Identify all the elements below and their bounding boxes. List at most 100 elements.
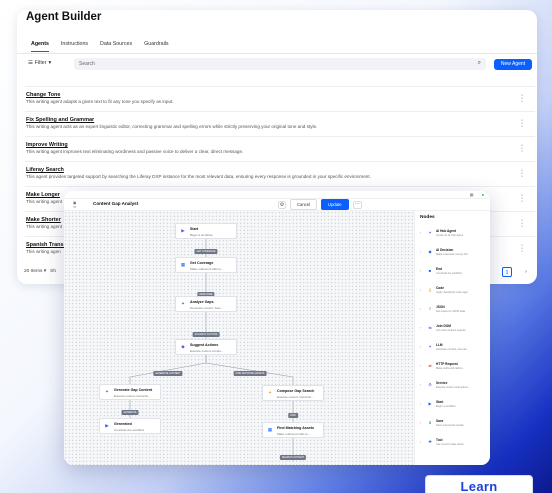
edge-label: SUGGEST ACTIONS xyxy=(192,332,220,337)
node-subtitle: Begin a workflow xyxy=(190,232,213,237)
workflow-node-find-matching-assets[interactable]: ▦ Find Matching Assets Make outbound cal… xyxy=(262,422,324,438)
tool-icon: ✚ xyxy=(428,439,432,444)
decision-icon: ◆ xyxy=(181,344,185,349)
kebab-menu-icon[interactable]: · · · xyxy=(520,142,524,155)
node-palette-item[interactable]: › ◆ AI Decision Make a decision using LLM xyxy=(418,246,488,261)
node-palette-item[interactable]: › ⚙ Service Execute custom instructions xyxy=(418,379,488,394)
palette-item-title: JSON xyxy=(436,305,445,309)
edge-label: GENERATE xyxy=(121,410,139,415)
play-icon: ▶ xyxy=(428,401,432,406)
workflow-node-get-coverage[interactable]: ▦ Get Coverage Make outbound calls to... xyxy=(175,257,237,273)
list-item[interactable]: Fix Spelling and Grammar This writing ag… xyxy=(25,111,535,135)
agent-name[interactable]: Make Shorter xyxy=(26,217,61,223)
agent-name[interactable]: Liferay Search xyxy=(26,167,64,173)
page-number[interactable]: 1 xyxy=(502,267,512,277)
palette-item-title: LLM xyxy=(436,343,443,347)
workflow-node-generated[interactable]: ▶ Generated Conclude the workflow xyxy=(99,418,161,434)
node-subtitle: Make outbound calls to... xyxy=(277,431,311,436)
palette-item-title: Tool xyxy=(436,438,443,442)
node-palette-item[interactable]: › ⇄ HTTP Request Make outbound calls to... xyxy=(418,360,488,375)
chevron-right-icon: › xyxy=(420,231,422,235)
palette-item-title: Join DOM xyxy=(436,324,451,328)
agent-name[interactable]: Make Longer xyxy=(26,192,60,198)
node-palette-item[interactable]: › ✦ LLM Generate content, execute... xyxy=(418,341,488,356)
pagination: ‹ 1 › xyxy=(483,267,531,277)
kebab-menu-icon[interactable]: · · · xyxy=(520,117,524,130)
page-title: Agent Builder xyxy=(26,11,102,23)
chevron-right-icon: › xyxy=(420,269,422,273)
node-palette-item[interactable]: › ▶ Start Begin a workflow xyxy=(418,398,488,413)
list-item[interactable]: Improve Writing This writing agent impro… xyxy=(25,136,535,160)
palette-item-title: Save xyxy=(436,419,444,423)
cancel-button[interactable]: Cancel xyxy=(290,199,318,210)
workflow-node-analyze-gaps[interactable]: ✦ Analyze Gaps Generate content. Auto... xyxy=(175,296,237,312)
new-agent-button[interactable]: New Agent xyxy=(494,59,532,70)
settings-icon[interactable]: ⚙ xyxy=(278,200,286,209)
agent-name[interactable]: Fix Spelling and Grammar xyxy=(26,117,94,123)
search-placeholder: Search xyxy=(79,61,95,67)
learn-button[interactable]: Learn xyxy=(425,475,533,493)
nodes-panel: Nodes › ✦ AI Hub Agent Invoke an AI Hub Age… xyxy=(414,211,490,465)
chevron-right-icon: › xyxy=(420,364,422,368)
user-icon[interactable]: ● xyxy=(482,192,484,197)
node-palette-item[interactable]: › ⇆ Join DOM Join and combine outputs xyxy=(418,322,488,337)
node-palette-item[interactable]: › ✦ AI Hub Agent Invoke an AI Hub Agent xyxy=(418,227,488,242)
workflow-node-suggest-actions[interactable]: ◆ Suggest Actions Execute custom scripts… xyxy=(175,339,237,355)
agent-description: This writing agent improves text elimina… xyxy=(26,149,244,154)
palette-item-title: AI Hub Agent xyxy=(436,229,457,233)
list-item[interactable]: Change Tone This writing agent adapts a … xyxy=(25,86,535,110)
grid-icon[interactable]: ▦ xyxy=(470,192,474,197)
palette-item-subtitle: Make outbound calls to... xyxy=(436,366,465,370)
tab-data-sources[interactable]: Data Sources xyxy=(100,41,132,52)
next-page-icon[interactable]: › xyxy=(521,267,531,277)
node-palette-item[interactable]: › ■ End Conclude the workflow xyxy=(418,265,488,280)
node-palette-item[interactable]: › ⬇ Save Save and persist results xyxy=(418,417,488,432)
kebab-menu-icon[interactable]: · · · xyxy=(520,217,524,230)
chevron-right-icon: › xyxy=(420,345,422,349)
kebab-menu-icon[interactable]: · · · xyxy=(520,92,524,105)
items-count[interactable]: 20 Items ▾ Sh xyxy=(24,269,56,274)
palette-item-subtitle: Generate content, execute... xyxy=(436,347,469,351)
search-input[interactable]: Search ⌕ xyxy=(74,58,486,70)
list-item[interactable]: Liferay Search This agent provides targe… xyxy=(25,161,535,185)
json-icon: ≡ xyxy=(428,306,432,311)
edge-label: FIND MATCHING ASSETS xyxy=(233,371,267,376)
node-palette-item[interactable]: › {} Code Apply JavaScript code logic xyxy=(418,284,488,299)
node-title: Analyze Gaps xyxy=(190,300,214,304)
tab-instructions[interactable]: Instructions xyxy=(61,41,88,52)
filter-button[interactable]: ☰ Filter ▾ xyxy=(28,60,51,66)
workflow-node-generate-gap-content[interactable]: ✦ Generate Gap Content Execute custom in… xyxy=(99,384,161,400)
showing-label: Sh xyxy=(50,269,57,274)
chevron-right-icon: › xyxy=(420,383,422,387)
chevron-right-icon: › xyxy=(420,288,422,292)
agent-description: This writing agent adapts a given text t… xyxy=(26,99,174,104)
node-title: Generated xyxy=(114,422,132,426)
kebab-menu-icon[interactable]: · · · xyxy=(520,242,524,255)
node-palette-item[interactable]: › ≡ JSON Set output for JSON data xyxy=(418,303,488,318)
gear-icon: ⚙ xyxy=(428,382,432,387)
workflow-header: ▣ ▪▪ Content Gap Analyst ⚙ Cancel Update … xyxy=(64,199,490,211)
workflow-canvas[interactable]: GET COVERAGE RESPONSE SUGGEST ACTIONS GE… xyxy=(64,211,414,465)
workflow-node-start[interactable]: ▶ Start Begin a workflow xyxy=(175,223,237,239)
agent-name[interactable]: Improve Writing xyxy=(26,142,68,148)
palette-item-title: Start xyxy=(436,400,444,404)
workflow-node-compose-gap-search[interactable]: ✦ Compose Gap Search Execute custom inst… xyxy=(262,385,324,401)
more-options-icon[interactable]: ··· xyxy=(352,200,362,209)
tab-guardrails[interactable]: Guardrails xyxy=(144,41,168,52)
palette-item-subtitle: Set output for JSON data xyxy=(436,309,465,313)
kebab-menu-icon[interactable]: · · · xyxy=(520,192,524,205)
agent-name[interactable]: Change Tone xyxy=(26,92,60,98)
tabs-divider xyxy=(17,53,537,54)
update-button[interactable]: Update xyxy=(321,199,349,210)
palette-item-subtitle: Save and persist results xyxy=(436,423,464,427)
node-subtitle: Generate content. Auto... xyxy=(190,305,224,310)
node-subtitle: Execute custom instructio... xyxy=(114,393,151,398)
node-palette-item[interactable]: › ✚ Tool Use a tool to take action xyxy=(418,436,488,451)
node-subtitle: Make outbound calls to... xyxy=(190,266,224,271)
filter-label: Filter xyxy=(34,60,47,66)
palette-item-subtitle: Make a decision using LLM xyxy=(436,252,468,256)
sparkle-icon: ✦ xyxy=(268,390,272,395)
kebab-menu-icon[interactable]: · · · xyxy=(520,167,524,180)
search-icon[interactable]: ⌕ xyxy=(478,60,481,67)
tab-agents[interactable]: Agents xyxy=(31,41,49,52)
